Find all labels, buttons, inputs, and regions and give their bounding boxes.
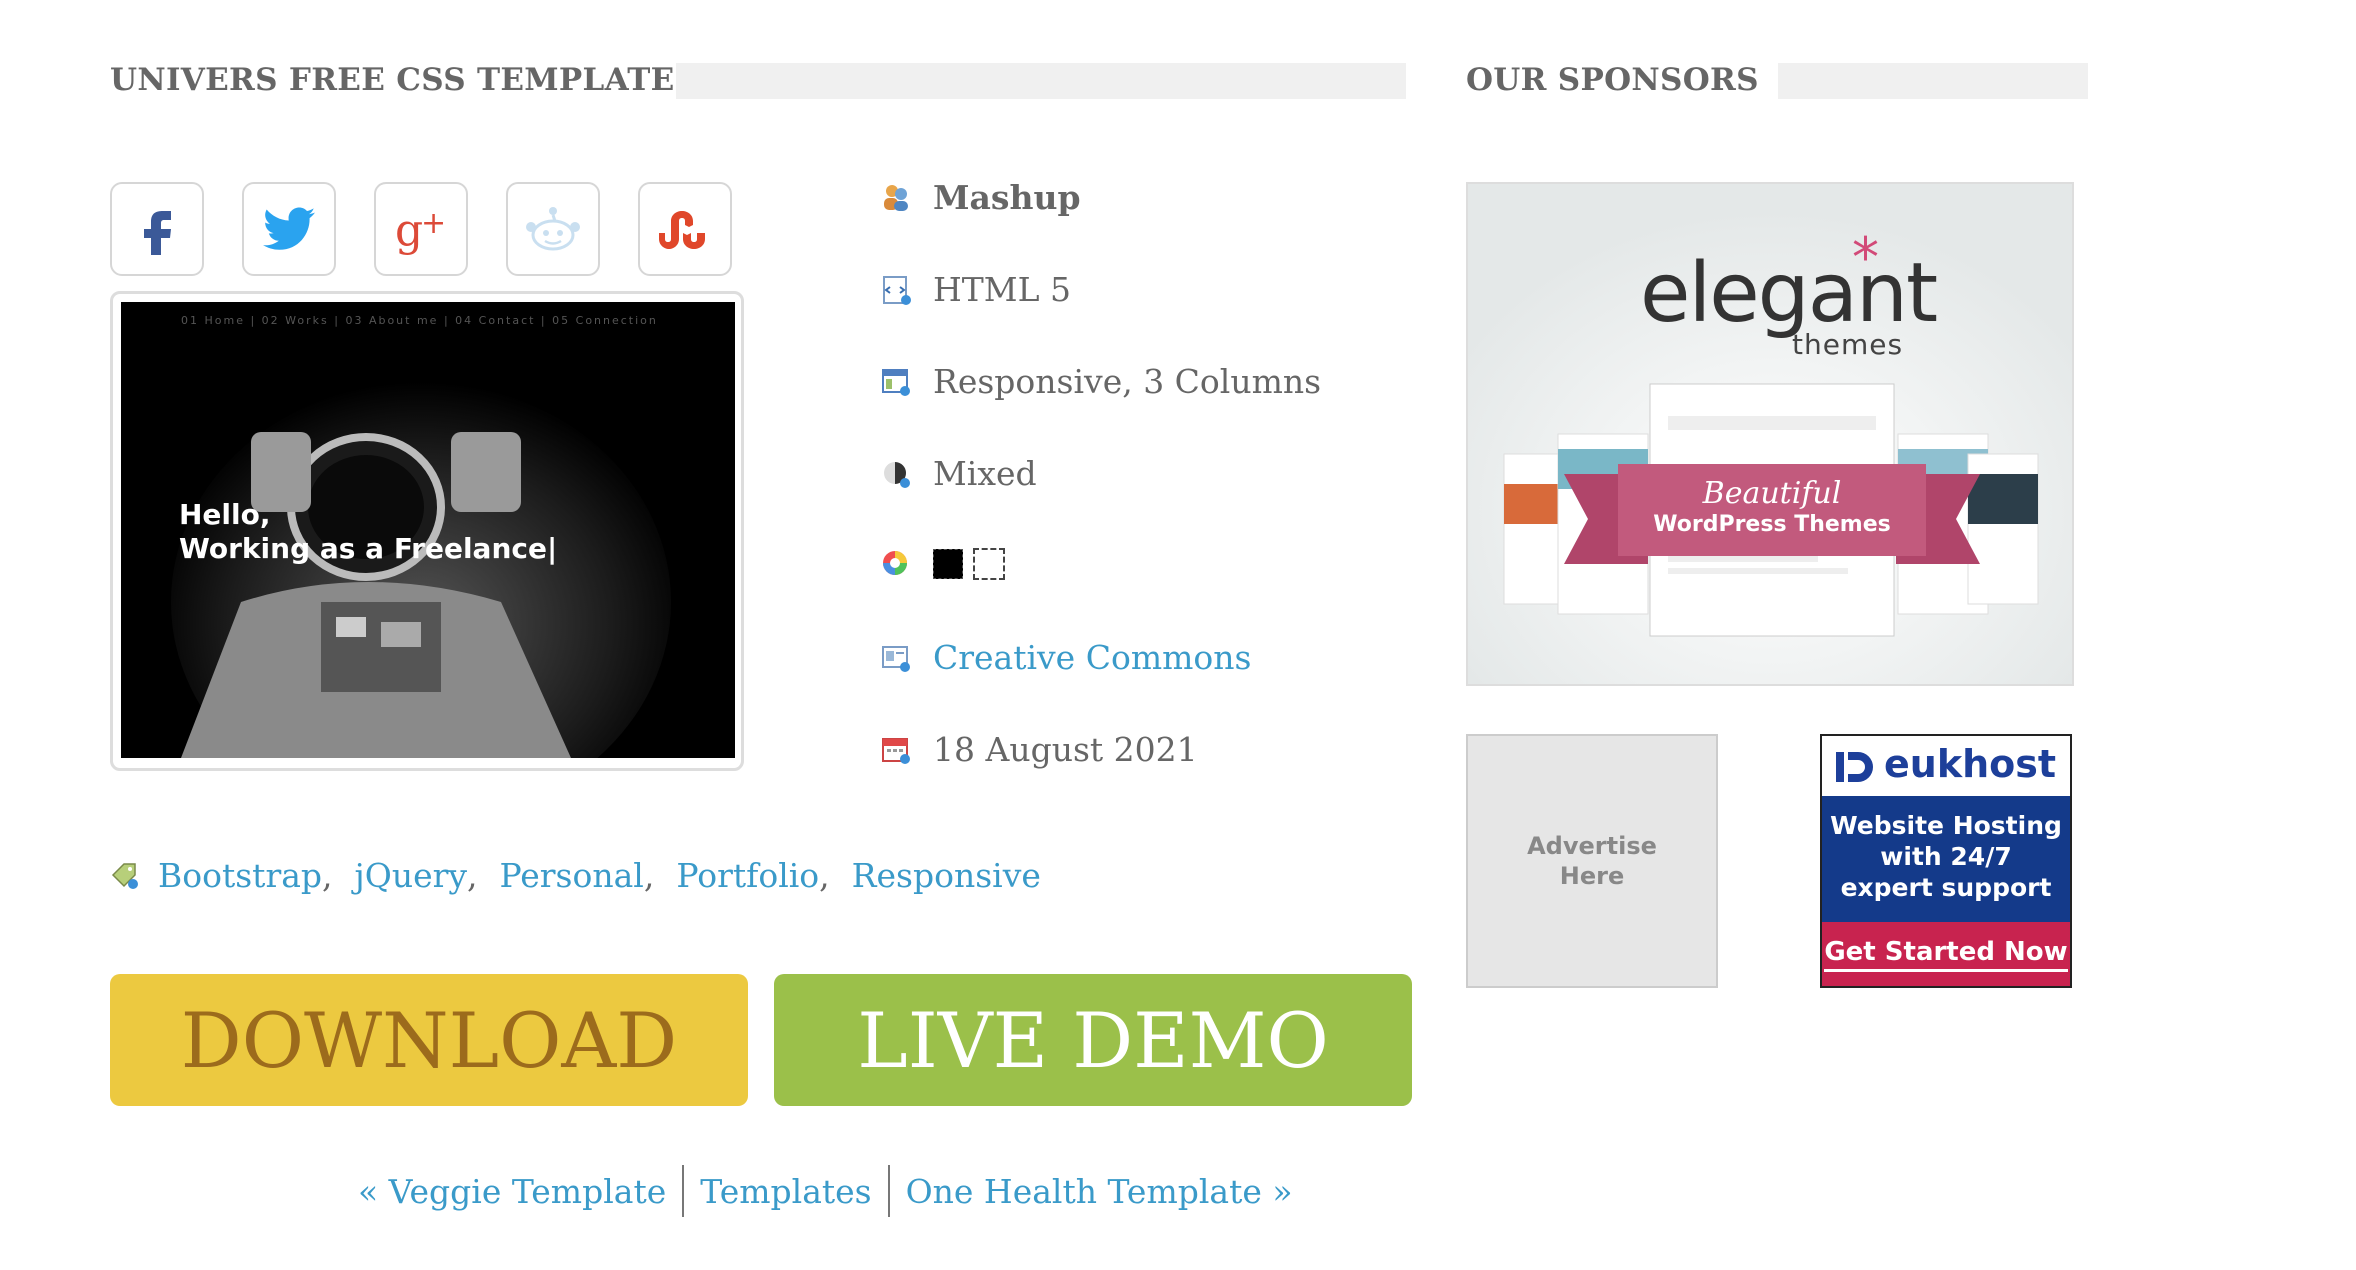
meta-license: Creative Commons [880,638,1251,677]
meta-style: Mixed [880,454,1037,493]
meta-date-text: 18 August 2021 [933,730,1198,769]
download-button[interactable]: DOWNLOAD [110,974,748,1106]
tag-personal[interactable]: Personal [500,856,644,895]
advertise-here-text: Advertise Here [1527,832,1657,890]
meta-category-text: Mashup [933,178,1081,217]
title-divider-bar [676,63,1406,99]
tag-portfolio[interactable]: Portfolio [676,856,819,895]
template-preview-frame[interactable]: 01 Home | 02 Works | 03 About me | 04 Co… [110,291,744,771]
page-title: UNIVERS FREE CSS TEMPLATE [110,62,675,98]
color-swatch-white [973,548,1005,580]
layout-icon [882,368,910,396]
facebook-share-button[interactable] [110,182,204,276]
meta-category: Mashup [880,178,1081,217]
elegant-ribbon-line2: WordPress Themes [1653,512,1891,537]
color-wheel-icon [883,551,907,575]
meta-html-version: HTML 5 [880,270,1071,309]
elegant-brand: elegant [1640,246,1938,341]
license-icon [882,645,910,672]
tag-icon [111,862,138,889]
live-demo-button[interactable]: LIVE DEMO [774,974,1412,1106]
google-plus-icon: g + [395,205,446,255]
elegant-ribbon-line1: Beautiful [1702,476,1842,511]
twitter-icon [263,207,315,250]
templates-link[interactable]: Templates [684,1172,887,1211]
color-swatch-black [933,549,963,579]
meta-date: 18 August 2021 [880,730,1198,769]
eukhost-brand: eukhost [1884,742,2057,786]
meta-style-text: Mixed [933,454,1037,493]
eukhost-header: eukhost [1822,736,2070,796]
template-pager: « Veggie Template Templates One Health T… [342,1165,1309,1217]
stumbleupon-share-button[interactable] [638,182,732,276]
code-file-icon [883,275,911,305]
tag-jquery[interactable]: jQuery [355,856,468,895]
license-link[interactable]: Creative Commons [933,638,1251,677]
google-plus-share-button[interactable]: g + [374,182,468,276]
users-icon [884,184,908,211]
eukhost-text: Website Hosting with 24/7 expert support [1830,811,2062,902]
svg-text:g: g [395,205,423,255]
svg-text:+: + [421,206,446,241]
eukhost-ad[interactable]: eukhost Website Hosting with 24/7 expert… [1820,734,2072,988]
reddit-share-button[interactable] [506,182,600,276]
reddit-icon [526,207,580,251]
next-template-link[interactable]: One Health Template » [890,1172,1309,1211]
prev-template-link[interactable]: « Veggie Template [342,1172,682,1211]
meta-layout-text: Responsive, 3 Columns [933,362,1322,401]
meta-layout: Responsive, 3 Columns [880,362,1321,401]
calendar-icon [882,737,910,764]
eukhost-logo-icon [1836,752,1873,782]
tag-list: Bootstrap, jQuery, Personal, Portfolio, … [110,856,1041,895]
stumbleupon-icon [659,211,705,249]
tag-responsive[interactable]: Responsive [852,856,1041,895]
meta-colors [880,548,1005,580]
template-preview-image[interactable]: 01 Home | 02 Works | 03 About me | 04 Co… [121,302,735,758]
preview-hello-text: Hello, Working as a Freelance| [179,498,558,565]
preview-nav-text: 01 Home | 02 Works | 03 About me | 04 Co… [181,314,658,327]
twitter-share-button[interactable] [242,182,336,276]
contrast-icon [884,461,910,488]
elegant-sub: themes [1792,328,1904,361]
eukhost-cta-bar[interactable]: Get Started Now [1822,922,2070,986]
sponsors-divider-bar [1778,63,2088,99]
meta-html-version-text: HTML 5 [933,270,1071,309]
advertise-here-ad[interactable]: Advertise Here [1466,734,1718,988]
eukhost-cta[interactable]: Get Started Now [1824,937,2068,972]
tag-bootstrap[interactable]: Bootstrap [158,856,322,895]
facebook-icon [144,211,171,255]
sponsors-title: OUR SPONSORS [1466,62,1759,98]
elegant-themes-ad[interactable]: * elegant themes Beautiful WordPress The… [1466,182,2074,686]
